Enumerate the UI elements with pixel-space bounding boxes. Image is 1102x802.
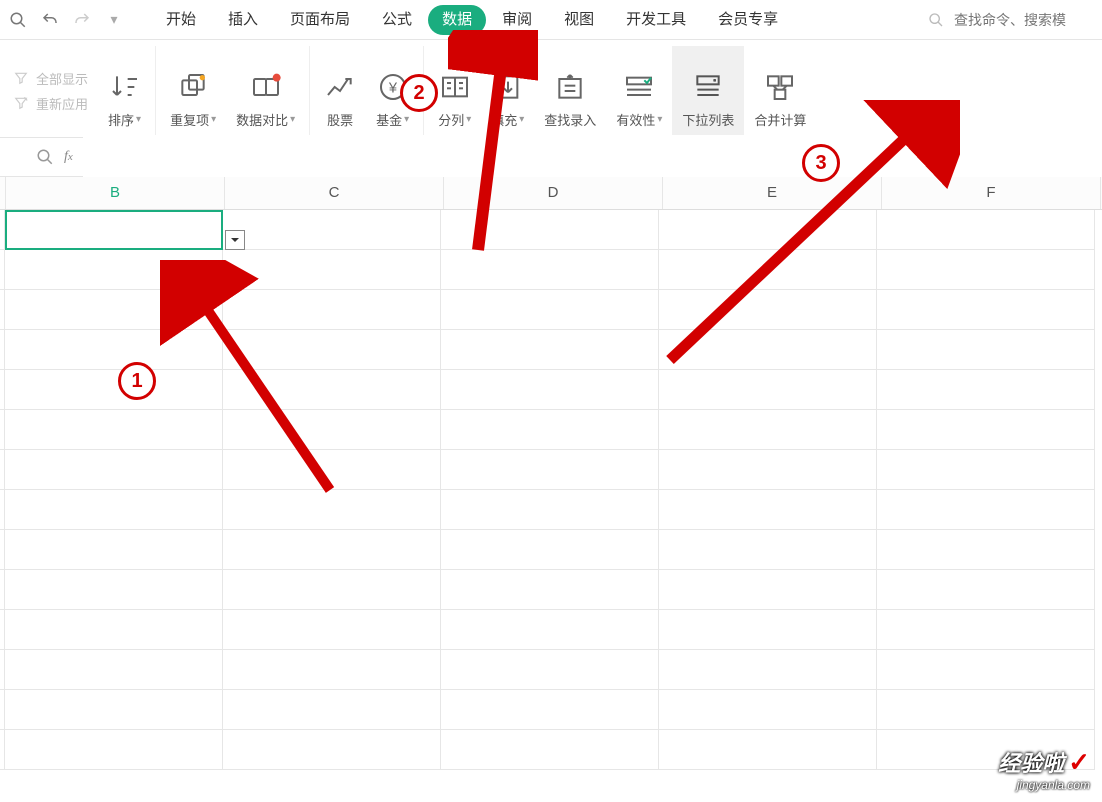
watermark-url: jingyanla.com — [998, 778, 1090, 792]
command-search[interactable] — [928, 11, 1102, 29]
chevron-down-icon: ▾ — [136, 114, 141, 125]
duplicates-icon — [177, 68, 209, 106]
watermark-title: 经验啦 — [998, 751, 1064, 776]
lookup-icon — [554, 68, 586, 106]
tab-insert[interactable]: 插入 — [212, 0, 274, 40]
chevron-down-icon: ▾ — [290, 114, 295, 125]
annotation-step-2: 2 — [400, 74, 438, 112]
column-headers: B C D E F — [0, 177, 1102, 210]
dropdownlist-button[interactable]: 下拉列表 — [672, 46, 744, 135]
menubar: ▾ 开始 插入 页面布局 公式 数据 审阅 视图 开发工具 会员专享 — [0, 0, 1102, 40]
sort-icon — [109, 68, 141, 106]
checkmark-icon: ✓ — [1068, 747, 1090, 777]
tab-view[interactable]: 视图 — [548, 0, 610, 40]
search-zoom-icon[interactable] — [2, 4, 34, 36]
tab-pagelayout[interactable]: 页面布局 — [274, 0, 366, 40]
stock-icon — [324, 68, 356, 106]
dropdownlist-icon — [692, 68, 724, 106]
col-header-b[interactable]: B — [6, 177, 225, 209]
formula-input[interactable] — [83, 137, 1102, 177]
fund-label: 基金 — [376, 110, 402, 129]
validation-button[interactable]: 有效性▾ — [606, 46, 672, 135]
lookup-label: 查找录入 — [544, 110, 596, 129]
formula-bar: fx — [0, 138, 1102, 177]
spreadsheet-grid[interactable] — [0, 210, 1102, 770]
consolidate-label: 合并计算 — [754, 110, 806, 129]
tab-data[interactable]: 数据 — [428, 5, 486, 35]
zoom-icon[interactable] — [36, 148, 54, 166]
redo-icon[interactable] — [66, 4, 98, 36]
chevron-down-icon: ▾ — [657, 114, 662, 125]
tab-start[interactable]: 开始 — [150, 0, 212, 40]
tab-member[interactable]: 会员专享 — [702, 0, 794, 40]
compare-icon — [250, 68, 282, 106]
sort-label: 排序 — [108, 110, 134, 129]
command-search-input[interactable] — [952, 11, 1096, 29]
chevron-down-icon: ▾ — [466, 114, 471, 125]
chevron-down-icon: ▾ — [211, 114, 216, 125]
datacompare-button[interactable]: 数据对比▾ — [226, 46, 310, 135]
stock-button[interactable]: 股票 — [314, 46, 366, 135]
duplicates-button[interactable]: 重复项▾ — [160, 46, 226, 135]
fill-button[interactable]: 填充▾ — [481, 46, 534, 135]
show-all-label: 全部显示 — [36, 69, 88, 88]
search-icon — [928, 12, 944, 28]
undo-icon[interactable] — [34, 4, 66, 36]
menu-dropdown-icon[interactable]: ▾ — [98, 4, 130, 36]
funnel-icon — [12, 71, 30, 85]
svg-text:¥: ¥ — [388, 80, 398, 96]
ribbon: 全部显示 重新应用 排序▾ 重复项▾ 数据对比▾ — [0, 40, 1102, 138]
chevron-down-icon: ▾ — [519, 114, 524, 125]
menu-tabs: 开始 插入 页面布局 公式 数据 审阅 视图 开发工具 会员专享 — [150, 0, 794, 40]
textsplit-label: 分列 — [438, 110, 464, 129]
split-icon — [439, 68, 471, 106]
lookup-button[interactable]: 查找录入 — [534, 46, 606, 135]
annotation-step-3: 3 — [802, 144, 840, 182]
refresh-funnel-icon — [12, 96, 30, 110]
show-all-button[interactable]: 全部显示 — [12, 69, 88, 88]
sort-button[interactable]: 排序▾ — [98, 46, 156, 135]
dropdownlist-label: 下拉列表 — [682, 110, 734, 129]
duplicates-label: 重复项 — [170, 110, 209, 129]
validation-icon — [623, 68, 655, 106]
validation-label: 有效性 — [616, 110, 655, 129]
tab-devtools[interactable]: 开发工具 — [610, 0, 702, 40]
annotation-step-1: 1 — [118, 362, 156, 400]
cell-dropdown-toggle[interactable] — [225, 230, 245, 250]
consolidate-button[interactable]: 合并计算 — [744, 46, 816, 135]
stock-label: 股票 — [327, 110, 353, 129]
app-frame: ▾ 开始 插入 页面布局 公式 数据 审阅 视图 开发工具 会员专享 全部显示 — [0, 0, 1102, 802]
fx-icon[interactable]: fx — [64, 149, 73, 165]
col-header-c[interactable]: C — [225, 177, 444, 209]
fill-label: 填充 — [491, 110, 517, 129]
reapply-button[interactable]: 重新应用 — [12, 94, 88, 113]
watermark: 经验啦✓ jingyanla.com — [998, 746, 1090, 792]
tab-review[interactable]: 审阅 — [486, 0, 548, 40]
chevron-down-icon: ▾ — [404, 114, 409, 125]
col-header-d[interactable]: D — [444, 177, 663, 209]
consolidate-icon — [764, 68, 796, 106]
col-header-f[interactable]: F — [882, 177, 1101, 209]
tab-formula[interactable]: 公式 — [366, 0, 428, 40]
datacompare-label: 数据对比 — [236, 110, 288, 129]
reapply-label: 重新应用 — [36, 94, 88, 113]
col-header-e[interactable]: E — [663, 177, 882, 209]
ribbon-filter-group: 全部显示 重新应用 — [8, 46, 98, 135]
fill-icon — [492, 68, 524, 106]
